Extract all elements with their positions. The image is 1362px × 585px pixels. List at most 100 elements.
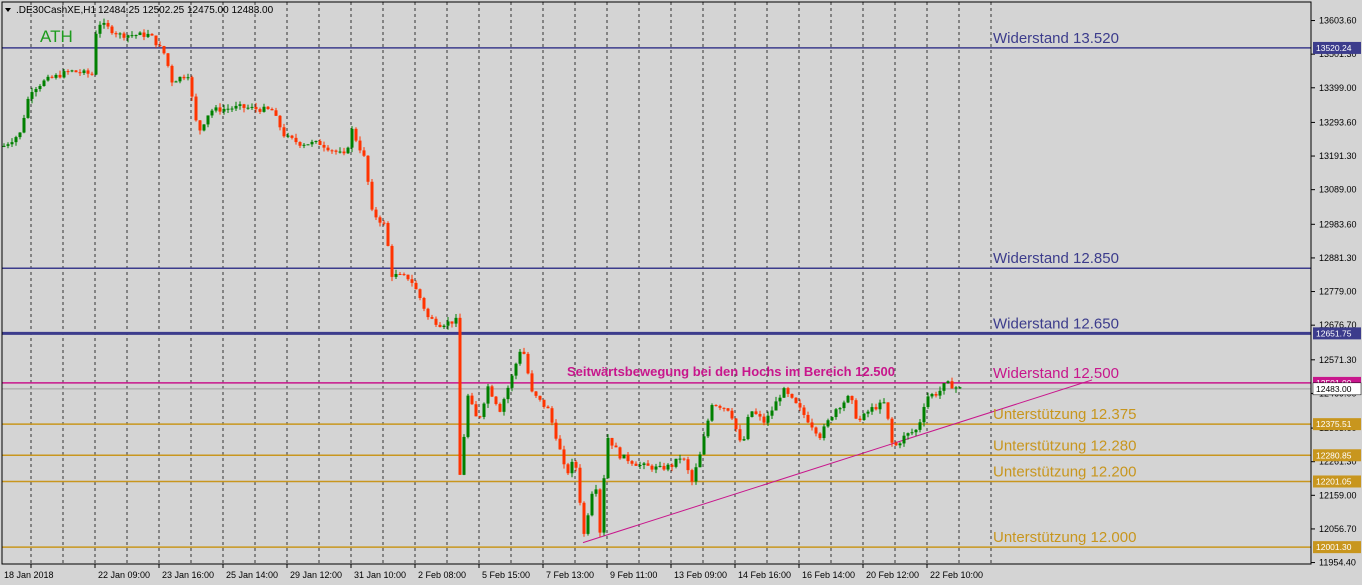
price-tick-label: 13293.60 (1319, 117, 1357, 127)
candle-body (698, 454, 702, 468)
level-label: Unterstützung 12.200 (993, 463, 1136, 480)
candle-body (142, 32, 146, 37)
level-label: Widerstand 12.850 (993, 250, 1119, 267)
time-tick-label: 25 Jan 14:00 (226, 570, 278, 580)
candle-body (918, 422, 922, 430)
level-label: Widerstand 13.520 (993, 30, 1119, 47)
candle-body (434, 318, 438, 325)
candle-body (402, 274, 406, 276)
candle-body (150, 33, 154, 36)
candle-body (766, 415, 770, 423)
candle-body (586, 515, 590, 534)
candle-body (926, 396, 930, 407)
candle-body (134, 35, 138, 37)
price-tag-label: 12375.51 (1316, 419, 1352, 429)
candle-body (502, 399, 506, 412)
candle-body (526, 353, 530, 374)
candle-body (22, 117, 26, 133)
candle-body (358, 140, 362, 151)
candle-body (566, 464, 570, 474)
candle-body (810, 422, 814, 428)
candle-body (210, 110, 214, 116)
candle-body (934, 394, 938, 396)
price-tick-label: 12056.70 (1319, 524, 1357, 534)
level-label: Unterstützung 12.280 (993, 437, 1136, 454)
candle-body (278, 115, 282, 128)
time-tick-label: 5 Feb 15:00 (482, 570, 530, 580)
candle-body (426, 308, 430, 318)
candle-body (626, 454, 630, 462)
candle-body (866, 411, 870, 414)
candle-body (66, 71, 70, 73)
candle-body (178, 76, 182, 82)
time-tick-label: 14 Feb 16:00 (738, 570, 791, 580)
candle-body (630, 461, 634, 464)
candle-body (186, 77, 190, 79)
time-tick-label: 23 Jan 16:00 (162, 570, 214, 580)
candle-body (106, 22, 110, 27)
level-label: Unterstützung 12.000 (993, 529, 1136, 546)
candle-body (558, 438, 562, 450)
candle-body (802, 407, 806, 415)
candle-body (878, 402, 882, 410)
candle-body (326, 147, 330, 151)
candle-body (930, 394, 934, 397)
candle-body (506, 387, 510, 400)
candle-body (482, 403, 486, 417)
price-tick-label: 12779.00 (1319, 287, 1357, 297)
candle-body (834, 409, 838, 418)
candle-body (162, 46, 166, 54)
candle-body (794, 397, 798, 404)
candle-body (322, 144, 326, 148)
candle-body (398, 274, 402, 276)
price-tick-label: 13089.00 (1319, 185, 1357, 195)
candle-body (350, 128, 354, 148)
candle-body (686, 459, 690, 471)
candle-body (450, 321, 454, 324)
price-tag-label: 12651.75 (1316, 328, 1352, 338)
candle-body (882, 402, 886, 404)
price-tick-label: 13603.60 (1319, 16, 1357, 26)
candle-body (862, 413, 866, 421)
candle-body (874, 407, 878, 410)
candle-body (538, 395, 542, 400)
candle-body (490, 386, 494, 397)
candle-body (370, 181, 374, 210)
candle-body (86, 70, 90, 74)
candle-body (554, 422, 558, 439)
candle-body (2, 145, 6, 147)
candle-body (922, 406, 926, 423)
candle-body (718, 405, 722, 408)
candle-body (750, 411, 754, 417)
price-tick-label: 13399.00 (1319, 83, 1357, 93)
candle-body (298, 142, 302, 146)
price-tag-label: 12001.30 (1316, 542, 1352, 552)
candle-body (606, 437, 610, 479)
current-price-tag: 12483.00 (1316, 384, 1352, 394)
ath-annotation: ATH (40, 27, 73, 46)
candle-body (650, 465, 654, 470)
candle-body (574, 461, 578, 468)
candle-body (894, 442, 898, 446)
candle-body (546, 406, 550, 409)
candle-body (58, 74, 62, 78)
candle-body (710, 405, 714, 421)
candle-body (418, 289, 422, 299)
candle-body (170, 65, 174, 83)
candle-body (654, 466, 658, 470)
candle-body (394, 274, 398, 277)
candle-body (262, 106, 266, 112)
candle-body (14, 137, 18, 143)
candle-body (10, 142, 14, 145)
candle-body (958, 387, 962, 389)
candle-body (446, 321, 450, 326)
candle-body (214, 107, 218, 111)
candle-body (346, 147, 350, 154)
candle-body (898, 443, 902, 446)
candle-body (550, 408, 554, 423)
candle-body (442, 325, 446, 328)
candle-body (82, 70, 86, 74)
level-label: Widerstand 12.650 (993, 315, 1119, 332)
candle-body (70, 70, 74, 72)
candle-body (126, 35, 130, 38)
